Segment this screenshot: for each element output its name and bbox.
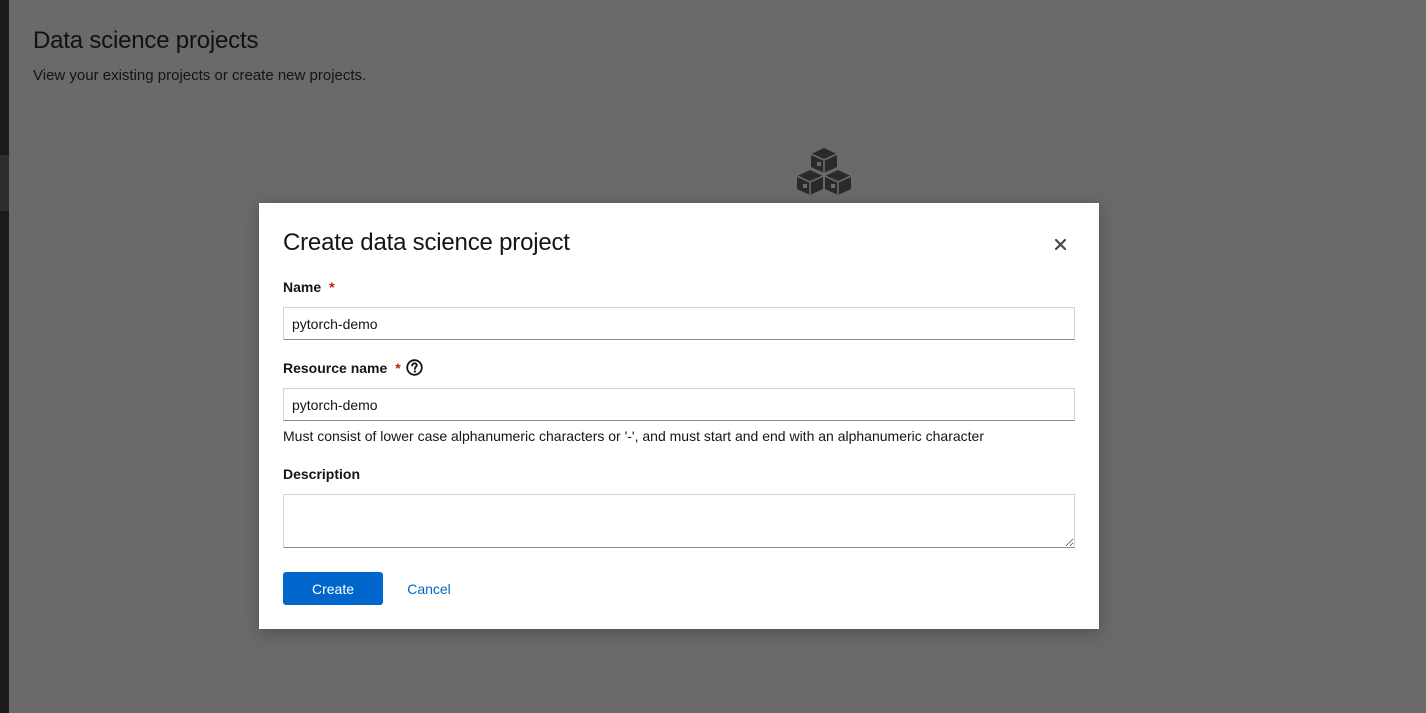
cancel-button[interactable]: Cancel (395, 572, 463, 605)
question-circle-icon[interactable] (406, 359, 423, 376)
resource-name-helper-text: Must consist of lower case alphanumeric … (283, 428, 985, 444)
resource-name-label: Resource name (283, 359, 388, 376)
resource-name-required-marker: * (395, 359, 401, 376)
name-label-row: Name * (283, 279, 335, 295)
resource-name-input[interactable] (283, 388, 1075, 421)
left-nav-rail (0, 0, 9, 713)
create-button[interactable]: Create (283, 572, 383, 605)
left-nav-active-segment (0, 155, 9, 211)
close-icon (1054, 238, 1066, 250)
resource-name-label-row: Resource name * (283, 359, 423, 376)
cubes-icon (796, 147, 852, 197)
name-label: Name (283, 279, 322, 295)
name-required-marker: * (329, 279, 335, 295)
description-label: Description (283, 466, 361, 482)
page-title: Data science projects (33, 27, 259, 54)
close-button[interactable] (1049, 233, 1071, 255)
description-label-row: Description (283, 466, 360, 482)
page-subtitle: View your existing projects or create ne… (33, 67, 367, 84)
description-textarea[interactable] (283, 494, 1075, 548)
create-project-modal: Create data science project Name * Resou… (259, 203, 1099, 629)
modal-title: Create data science project (283, 229, 570, 256)
name-input[interactable] (283, 307, 1075, 340)
